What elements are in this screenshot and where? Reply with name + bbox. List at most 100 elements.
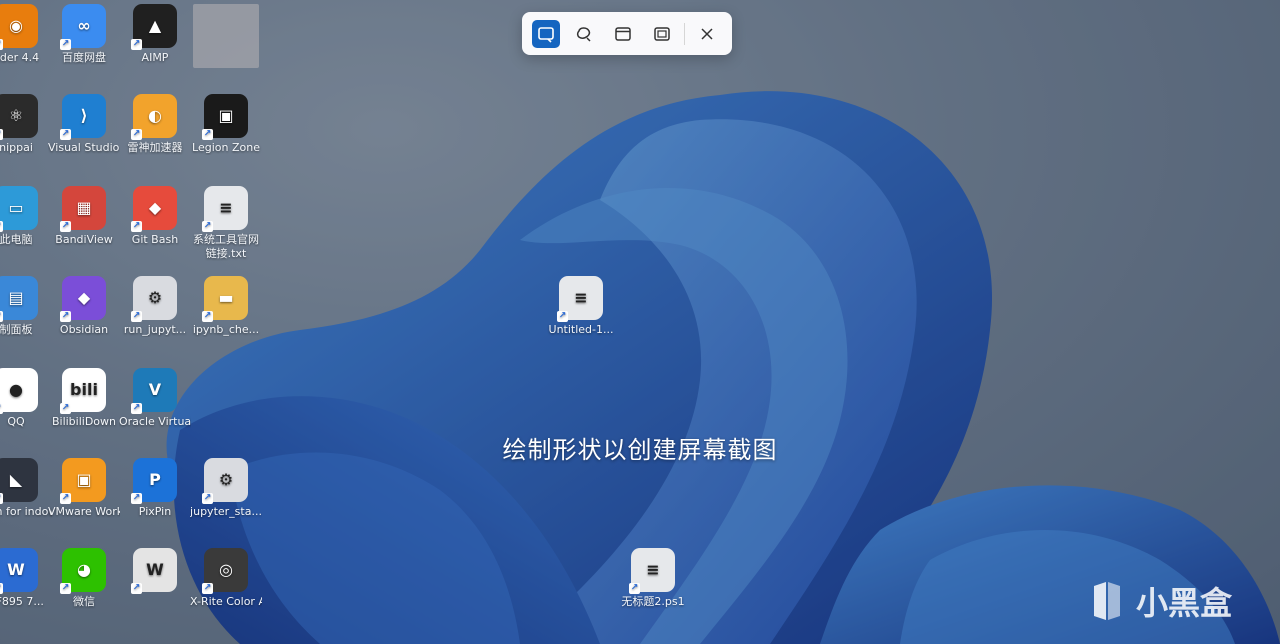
desktop-icon-qq[interactable]: ●↗QQ (0, 368, 52, 429)
desktop-icon-label: nder 4.4 (0, 51, 40, 64)
aimp-icon: ▲ ↗ (131, 4, 177, 50)
text-file-icon: ≡ ↗ (629, 548, 675, 594)
desktop-icon-label: 无标题2.ps1 (621, 595, 685, 608)
desktop-icon-blurred[interactable] (190, 4, 262, 71)
shortcut-arrow-icon: ↗ (60, 493, 71, 504)
desktop-icon-label: Untitled-1... (548, 323, 614, 336)
word-doc-icon: W↗ (0, 548, 38, 594)
close-icon (701, 27, 713, 40)
close-button[interactable] (693, 20, 721, 48)
desktop-icon-xrite[interactable]: ◎↗X-Rite Color Assistant (190, 548, 262, 609)
desktop-icon-computer[interactable]: ▭↗此电脑 (0, 186, 52, 247)
shortcut-arrow-icon: ↗ (131, 493, 142, 504)
desktop-icon-label: 百度网盘 (62, 51, 106, 64)
shortcut-arrow-icon: ↗ (60, 311, 71, 322)
shortcut-arrow-icon: ↗ (202, 221, 213, 232)
fullscreen-mode-button[interactable] (648, 20, 676, 48)
rectangle-mode-button[interactable] (532, 19, 560, 48)
desktop-icon-wps-doc[interactable]: W ↗ (119, 548, 191, 595)
vscode-icon: ⟩ ↗ (60, 94, 106, 140)
desktop-icon-label: 制面板 (0, 323, 33, 336)
wechat-icon: ◕ ↗ (60, 548, 106, 594)
desktop-icon-label: BilibiliDown (51, 415, 117, 428)
shortcut-arrow-icon: ↗ (0, 129, 3, 140)
snip-instruction-text: 绘制形状以创建屏幕截图 (502, 436, 778, 464)
desktop-icon-atom[interactable]: ⚛↗nippai (0, 94, 52, 155)
snipping-toolbar (522, 12, 732, 55)
desktop-icon-label: 系统工具官网 (193, 233, 259, 246)
shortcut-arrow-icon: ↗ (60, 129, 71, 140)
desktop-icon-label: Visual Studio Code (48, 141, 120, 154)
qq-icon: ●↗ (0, 368, 38, 414)
shortcut-arrow-icon: ↗ (202, 129, 213, 140)
desktop-icon-bilibili[interactable]: bili ↗ BilibiliDown (48, 368, 120, 429)
legion-zone-icon: ▣ ↗ (202, 94, 248, 140)
freeform-mode-button[interactable] (571, 20, 599, 48)
vscode-file-icon: ≡ ↗ (557, 276, 603, 322)
desktop-icon-bandiview[interactable]: ▦ ↗ BandiView (48, 186, 120, 247)
desktop-icon-obsidian[interactable]: ◆ ↗ Obsidian (48, 276, 120, 337)
desktop-icon-vmware[interactable]: ▣↗VMware Workstati... (48, 458, 120, 519)
bilibili-icon: bili ↗ (60, 368, 106, 414)
blurred-icon (193, 4, 259, 68)
desktop-icon-label: X-Rite Color Assistant (190, 595, 262, 608)
desktop-icon-vscode[interactable]: ⟩↗Visual Studio Code (48, 94, 120, 155)
desktop-icon-label: Oracle VirtualBox (119, 415, 191, 428)
watermark-text: 小黑盒 (1136, 584, 1233, 622)
shortcut-arrow-icon: ↗ (60, 583, 71, 594)
leishen-icon: ◐ ↗ (131, 94, 177, 140)
desktop-icon-label: ipynb_che... (192, 323, 260, 336)
shortcut-arrow-icon: ↗ (557, 311, 568, 322)
desktop-icon-wechat[interactable]: ◕ ↗ 微信 (48, 548, 120, 609)
desktop-icon-baidu-netdisk[interactable]: ∞ ↗ 百度网盘 (48, 4, 120, 65)
shortcut-arrow-icon: ↗ (131, 39, 142, 50)
desktop-icon-git-bash[interactable]: ◆ ↗ Git Bash (119, 186, 191, 247)
virtualbox-icon: V ↗ (131, 368, 177, 414)
desktop-icon-label: jupyter_sta... (190, 505, 262, 518)
desktop-icon-label: PixPin (138, 505, 172, 518)
desktop-icon-text-file[interactable]: ≡ ↗ 系统工具官网 链接.txt (190, 186, 262, 261)
desktop-icon-leishen[interactable]: ◐ ↗ 雷神加速器 (119, 94, 191, 155)
blender-icon: ◉↗ (0, 4, 38, 50)
shortcut-arrow-icon: ↗ (0, 583, 3, 594)
desktop-icon-clash[interactable]: ◣↗lash for indows (0, 458, 52, 519)
shortcut-arrow-icon: ↗ (202, 493, 213, 504)
shortcut-arrow-icon: ↗ (629, 583, 640, 594)
watermark: 小黑盒 (1086, 578, 1232, 624)
desktop-icon-settings-file[interactable]: ⚙ ↗ run_jupyt... (119, 276, 191, 337)
desktop-icon-settings-file[interactable]: ⚙ ↗ jupyter_sta... (190, 458, 262, 519)
desktop-icon-label: lash for indows (0, 505, 52, 518)
desktop-icon-label: 此电脑 (0, 233, 33, 246)
shortcut-arrow-icon: ↗ (131, 221, 142, 232)
desktop-icon-vscode-file[interactable]: ≡ ↗ Untitled-1... (545, 276, 617, 337)
shortcut-arrow-icon: ↗ (131, 129, 142, 140)
desktop-icon-folder[interactable]: ▬ ↗ ipynb_che... (190, 276, 262, 337)
wps-doc-icon: W ↗ (131, 548, 177, 594)
shortcut-arrow-icon: ↗ (131, 583, 142, 594)
desktop-icon-legion-zone[interactable]: ▣ ↗ Legion Zone (190, 94, 262, 155)
git-bash-icon: ◆ ↗ (131, 186, 177, 232)
window-snip-icon (615, 26, 631, 41)
bandiview-icon: ▦ ↗ (60, 186, 106, 232)
window-mode-button[interactable] (609, 20, 637, 48)
desktop-icon-word-doc[interactable]: W↗VF895 7... (0, 548, 52, 609)
desktop-icon-label: Obsidian (59, 323, 109, 336)
desktop-icon-label: AIMP (141, 51, 169, 64)
desktop-icon-label: VF895 7... (0, 595, 44, 608)
desktop-icon-pixpin[interactable]: P ↗ PixPin (119, 458, 191, 519)
desktop-icon-label-line2: 链接.txt (205, 247, 247, 260)
control-panel-icon: ▤↗ (0, 276, 38, 322)
desktop-icon-blender[interactable]: ◉↗nder 4.4 (0, 4, 52, 65)
desktop-icon-control-panel[interactable]: ▤↗制面板 (0, 276, 52, 337)
desktop-icon-label: Git Bash (131, 233, 179, 246)
desktop-icon-text-file[interactable]: ≡ ↗ 无标题2.ps1 (617, 548, 689, 609)
desktop-icon-virtualbox[interactable]: V↗Oracle VirtualBox (119, 368, 191, 429)
shortcut-arrow-icon: ↗ (0, 493, 3, 504)
shortcut-arrow-icon: ↗ (0, 403, 3, 414)
shortcut-arrow-icon: ↗ (131, 403, 142, 414)
desktop-icon-aimp[interactable]: ▲ ↗ AIMP (119, 4, 191, 65)
shortcut-arrow-icon: ↗ (60, 221, 71, 232)
text-file-icon: ≡ ↗ (202, 186, 248, 232)
desktop-icon-label: Legion Zone (192, 141, 260, 154)
shortcut-arrow-icon: ↗ (131, 311, 142, 322)
